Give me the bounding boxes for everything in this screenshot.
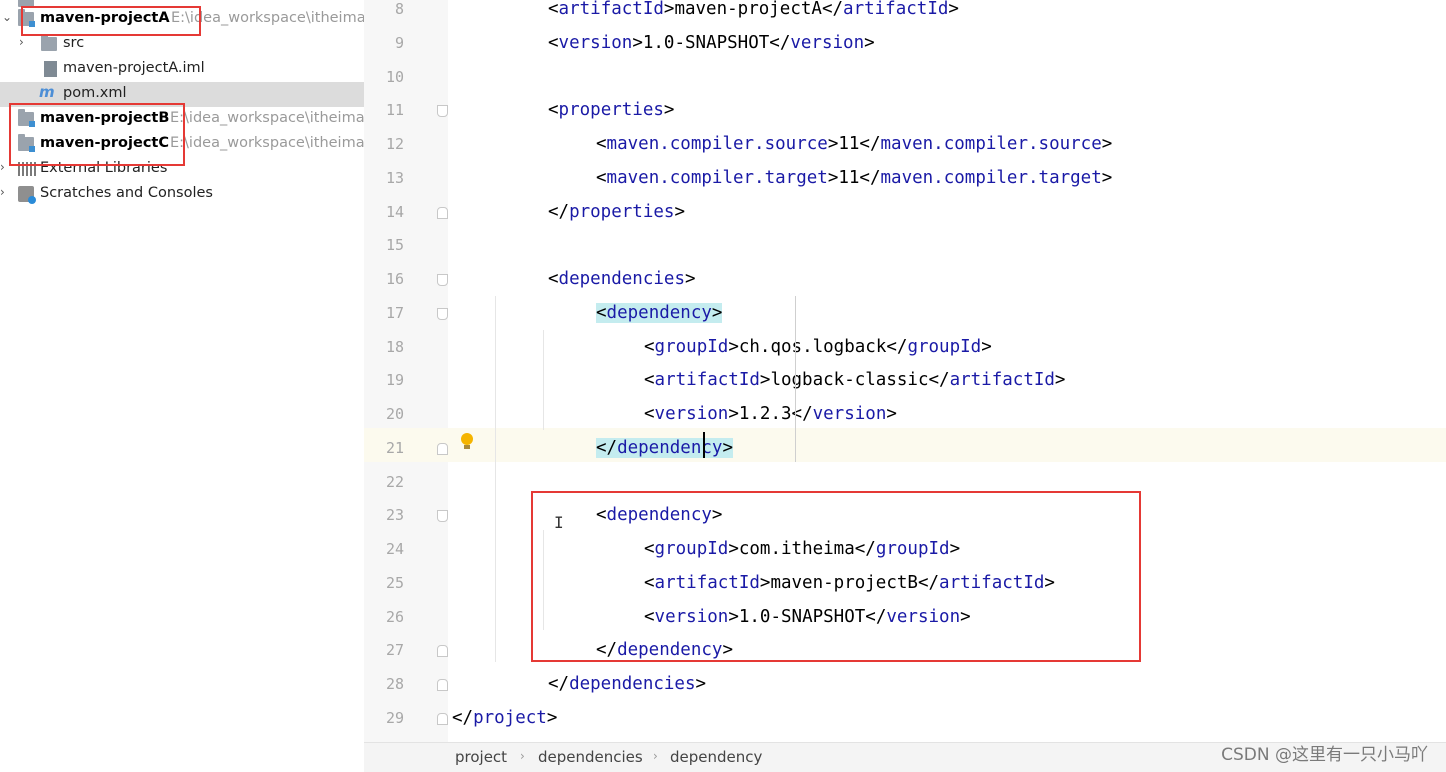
chevron-down-icon[interactable]: ⌄ xyxy=(2,10,12,24)
fold-marker-icon[interactable] xyxy=(437,307,448,320)
maven-file-icon: m xyxy=(39,83,55,101)
folder-icon xyxy=(41,34,57,51)
line-number: 28 xyxy=(385,675,404,693)
line-number: 18 xyxy=(385,337,404,356)
tree-row-scratches[interactable]: › Scratches and Consoles xyxy=(0,182,364,207)
project-tree: ⌄ maven-projectA E:\idea_workspace\ithei… xyxy=(0,0,364,771)
code-line[interactable]: <groupId>ch.qos.logback</groupId> xyxy=(644,330,992,364)
line-number: 10 xyxy=(385,67,404,86)
text-caret xyxy=(703,432,705,458)
line-number: 14 xyxy=(385,202,404,221)
tree-item-path: E:\idea_workspace\itheima xyxy=(170,135,364,151)
tree-row-iml[interactable]: maven-projectA.iml xyxy=(0,57,364,82)
fold-marker-icon[interactable] xyxy=(437,645,448,658)
chevron-right-icon: › xyxy=(520,749,525,763)
line-number: 9 xyxy=(394,33,404,52)
fold-marker-icon[interactable] xyxy=(437,510,448,523)
line-number: 25 xyxy=(385,573,404,592)
indent-guide xyxy=(543,330,544,430)
tree-item-label: src xyxy=(63,35,85,51)
fold-marker-icon[interactable] xyxy=(437,274,448,286)
code-line[interactable]: <dependency> xyxy=(596,296,723,330)
line-number: 21 xyxy=(385,438,404,457)
indent-guide xyxy=(495,296,496,662)
chevron-right-icon[interactable]: › xyxy=(19,35,24,49)
tree-item-path: E:\idea_workspace\itheima xyxy=(170,110,364,126)
line-number: 13 xyxy=(385,168,404,187)
code-line[interactable]: </project> xyxy=(452,701,557,735)
code-editor[interactable]: 8 <artifactId>maven-projectA</artifactId>… xyxy=(364,0,1446,742)
watermark-text: CSDN @这里有一只小马吖 xyxy=(1221,745,1428,765)
chevron-right-icon: › xyxy=(653,749,658,763)
line-number: 16 xyxy=(385,270,404,288)
breadcrumb-item-project[interactable]: project xyxy=(455,748,507,766)
annotation-box-projectA xyxy=(21,6,201,36)
code-line[interactable]: <version>1.0-SNAPSHOT</version> xyxy=(548,26,875,60)
lightbulb-icon[interactable] xyxy=(461,433,473,449)
code-line[interactable]: <version>1.2.3</version> xyxy=(644,397,897,431)
tree-item-label: maven-projectA.iml xyxy=(63,60,205,76)
line-number: 15 xyxy=(385,236,404,255)
line-number: 22 xyxy=(385,472,404,491)
fold-marker-icon[interactable] xyxy=(437,105,448,118)
fold-marker-icon[interactable] xyxy=(437,679,448,691)
line-number: 26 xyxy=(385,607,404,626)
annotation-box-dependency xyxy=(531,491,1141,662)
line-number: 20 xyxy=(385,405,404,423)
fold-marker-icon[interactable] xyxy=(437,206,448,219)
line-number: 23 xyxy=(385,506,404,525)
annotation-box-projectBC xyxy=(9,103,185,166)
line-number: 29 xyxy=(385,708,404,727)
code-line[interactable]: <maven.compiler.source>11</maven.compile… xyxy=(596,127,1112,161)
code-line[interactable]: <maven.compiler.target>11</maven.compile… xyxy=(596,161,1112,195)
fold-marker-icon[interactable] xyxy=(437,712,448,725)
code-line[interactable]: <dependencies> xyxy=(548,262,696,296)
indent-guide xyxy=(795,296,796,462)
tree-item-label: pom.xml xyxy=(63,85,127,101)
breadcrumb-item-dependency[interactable]: dependency xyxy=(670,748,762,766)
tree-item-label: Scratches and Consoles xyxy=(40,185,213,201)
chevron-right-icon[interactable]: › xyxy=(0,160,5,174)
code-line[interactable]: </properties> xyxy=(548,195,685,229)
line-number: 11 xyxy=(385,101,404,120)
chevron-right-icon[interactable]: › xyxy=(0,185,5,199)
fold-marker-icon[interactable] xyxy=(437,442,448,455)
code-line[interactable]: <properties> xyxy=(548,93,674,127)
line-number: 8 xyxy=(394,0,404,18)
scratches-icon xyxy=(18,186,36,204)
line-number: 12 xyxy=(385,135,404,153)
line-number: 17 xyxy=(385,303,404,322)
current-line-highlight xyxy=(364,428,1446,462)
line-number: 27 xyxy=(385,641,404,660)
line-number: 24 xyxy=(385,540,404,558)
breadcrumb-item-dependencies[interactable]: dependencies xyxy=(538,748,643,766)
code-line[interactable]: <artifactId>logback-classic</artifactId> xyxy=(644,363,1065,397)
iml-file-icon xyxy=(44,61,57,77)
code-line[interactable]: </dependency> xyxy=(596,431,733,465)
code-line[interactable]: <artifactId>maven-projectA</artifactId> xyxy=(548,0,959,26)
code-line[interactable]: </dependencies> xyxy=(548,667,706,701)
line-number: 19 xyxy=(385,371,404,390)
